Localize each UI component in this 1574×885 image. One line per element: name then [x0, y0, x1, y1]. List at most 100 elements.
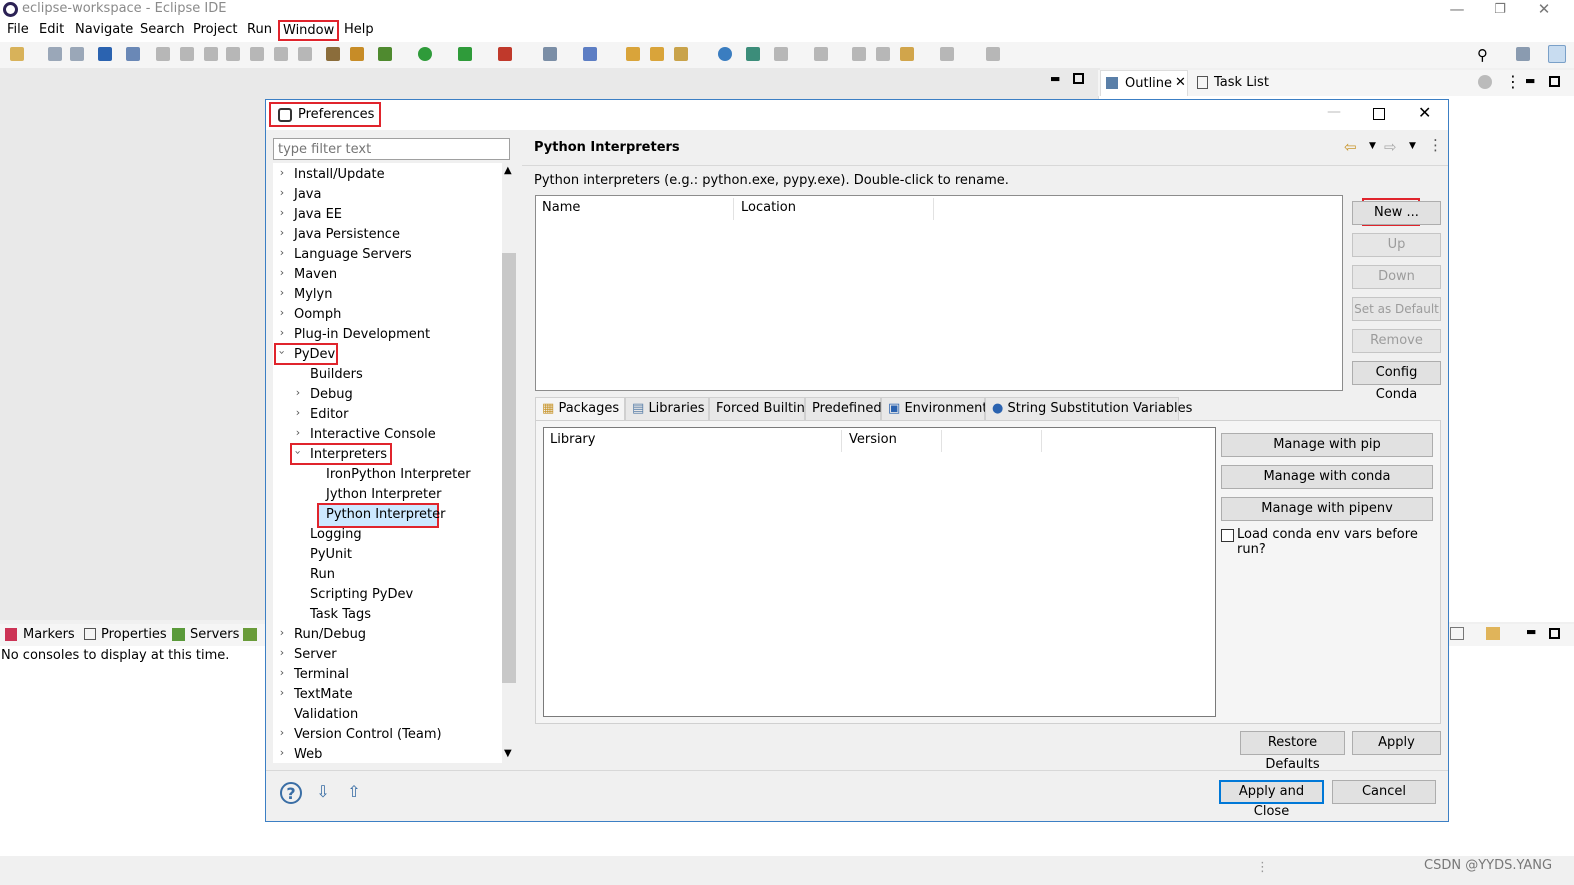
tree-item-builders[interactable]: Builders [310, 366, 363, 384]
down-button[interactable]: Down [1352, 265, 1441, 289]
tree-item-server[interactable]: Server [294, 646, 337, 664]
tree-item-debug[interactable]: Debug [310, 386, 353, 404]
tree-item-python-interpreter[interactable]: Python Interpreter [326, 506, 445, 524]
tree-item-validation[interactable]: Validation [294, 706, 358, 724]
column-version[interactable]: Version [849, 432, 897, 447]
tree-item-web[interactable]: Web [294, 746, 322, 764]
tree-item-java[interactable]: Java [294, 186, 321, 204]
tab-properties[interactable]: Properties [101, 627, 167, 642]
expand-arrow-icon[interactable]: › [277, 726, 287, 739]
restore-defaults-button[interactable]: Restore Defaults [1240, 731, 1345, 772]
tree-item-java-ee[interactable]: Java EE [294, 206, 342, 224]
clean-icon[interactable] [350, 47, 364, 61]
maximize-editor-icon[interactable] [1073, 73, 1084, 84]
tab-environment[interactable]: ▣ Environment [881, 397, 987, 421]
tab-markers[interactable]: Markers [23, 627, 75, 642]
step-into-icon[interactable] [250, 47, 264, 61]
menu-navigate[interactable]: Navigate [75, 22, 133, 37]
expand-arrow-icon[interactable]: › [277, 326, 287, 339]
open-console-icon[interactable] [1486, 627, 1500, 640]
dialog-maximize-button[interactable] [1373, 108, 1385, 120]
column-library[interactable]: Library [550, 432, 595, 447]
apply-button[interactable]: Apply [1352, 731, 1441, 755]
new-server-icon[interactable] [543, 47, 557, 61]
maximize-view-icon[interactable] [1549, 76, 1560, 87]
forward-icon[interactable] [940, 47, 954, 61]
scroll-down-icon[interactable]: ▼ [504, 748, 512, 759]
disconnect-icon[interactable] [226, 47, 240, 61]
tree-item-interactive-console[interactable]: Interactive Console [310, 426, 436, 444]
tab-predefined[interactable]: Predefined [805, 397, 882, 421]
expand-arrow-icon[interactable]: › [277, 166, 287, 179]
coverage-icon[interactable] [458, 47, 472, 61]
menu-project[interactable]: Project [193, 22, 237, 37]
tab-servers[interactable]: Servers [190, 627, 239, 642]
page-menu-icon[interactable]: ⋮ [1428, 136, 1443, 154]
tab-string-substitution[interactable]: ● String Substitution Variables [985, 397, 1192, 421]
manage-pipenv-button[interactable]: Manage with pipenv [1221, 497, 1433, 521]
remove-button[interactable]: Remove [1352, 329, 1441, 353]
last-edit-icon[interactable] [852, 47, 866, 61]
expand-arrow-icon[interactable]: › [293, 426, 303, 439]
forward-edit-icon[interactable] [876, 47, 890, 61]
expand-arrow-icon[interactable]: › [277, 666, 287, 679]
tree-item-pyunit[interactable]: PyUnit [310, 546, 352, 564]
tree-item-run-debug[interactable]: Run/Debug [294, 626, 366, 644]
debug-icon[interactable] [378, 47, 392, 61]
expand-arrow-icon[interactable]: › [277, 226, 287, 239]
restore-button[interactable]: ❐ [1480, 2, 1520, 17]
tree-item-plugin-development[interactable]: Plug-in Development [294, 326, 430, 344]
apply-and-close-button[interactable]: Apply and Close [1219, 780, 1324, 819]
focus-icon[interactable] [1478, 75, 1492, 89]
java-perspective-icon[interactable] [1548, 45, 1566, 63]
build-icon[interactable] [326, 47, 340, 61]
cancel-button[interactable]: Cancel [1332, 780, 1436, 804]
menu-file[interactable]: File [7, 22, 29, 37]
manage-pip-button[interactable]: Manage with pip [1221, 433, 1433, 457]
expand-arrow-icon[interactable]: › [277, 746, 287, 759]
back-dropdown-icon[interactable]: ▼ [1369, 141, 1376, 151]
terminate-icon[interactable] [204, 47, 218, 61]
tab-forced-builtins[interactable]: Forced Builtins [709, 397, 812, 421]
menu-edit[interactable]: Edit [39, 22, 64, 37]
tab-packages[interactable]: ▦ Packages [535, 397, 625, 421]
dialog-close-button[interactable]: ✕ [1418, 103, 1431, 122]
open-task-icon[interactable] [650, 47, 664, 61]
new-class-icon[interactable] [583, 47, 597, 61]
config-conda-button[interactable]: Config Conda [1352, 361, 1441, 402]
tree-item-oomph[interactable]: Oomph [294, 306, 341, 324]
terminal-icon[interactable] [98, 47, 112, 61]
manage-conda-button[interactable]: Manage with conda [1221, 465, 1433, 489]
tree-item-version-control[interactable]: Version Control (Team) [294, 726, 442, 744]
load-conda-checkbox[interactable] [1221, 529, 1234, 542]
expand-arrow-icon[interactable]: › [293, 406, 303, 419]
menu-search[interactable]: Search [140, 22, 185, 37]
collapse-arrow-icon[interactable]: › [292, 448, 305, 458]
expand-arrow-icon[interactable]: › [277, 686, 287, 699]
step-return-icon[interactable] [298, 47, 312, 61]
view-menu-icon[interactable]: ⋮ [1505, 72, 1521, 91]
tree-item-run[interactable]: Run [310, 566, 335, 584]
open-type-icon[interactable] [626, 47, 640, 61]
suspend-icon[interactable] [180, 47, 194, 61]
expand-arrow-icon[interactable]: › [277, 626, 287, 639]
column-name[interactable]: Name [542, 200, 580, 215]
menu-window[interactable]: Window [278, 20, 340, 41]
tree-item-maven[interactable]: Maven [294, 266, 337, 284]
forward-arrow-icon[interactable]: ⇨ [1384, 138, 1397, 156]
minimize-console-icon[interactable]: ▬ [1526, 625, 1536, 638]
back-arrow-icon[interactable]: ⇦ [1344, 138, 1357, 156]
run-icon[interactable] [418, 47, 432, 61]
help-icon[interactable]: ? [280, 782, 302, 804]
tree-item-terminal[interactable]: Terminal [294, 666, 349, 684]
annotation-icon[interactable] [746, 47, 760, 61]
tree-item-install-update[interactable]: Install/Update [294, 166, 385, 184]
next-annotation-icon[interactable] [774, 47, 788, 61]
display-console-icon[interactable] [1450, 627, 1464, 640]
tree-item-interpreters[interactable]: Interpreters [310, 446, 387, 464]
tree-scrollbar-thumb[interactable] [502, 253, 516, 683]
scroll-up-icon[interactable]: ▲ [504, 165, 512, 176]
search-tool-icon[interactable] [674, 47, 688, 61]
tree-item-ironpython-interpreter[interactable]: IronPython Interpreter [326, 466, 471, 484]
expand-arrow-icon[interactable]: › [293, 386, 303, 399]
